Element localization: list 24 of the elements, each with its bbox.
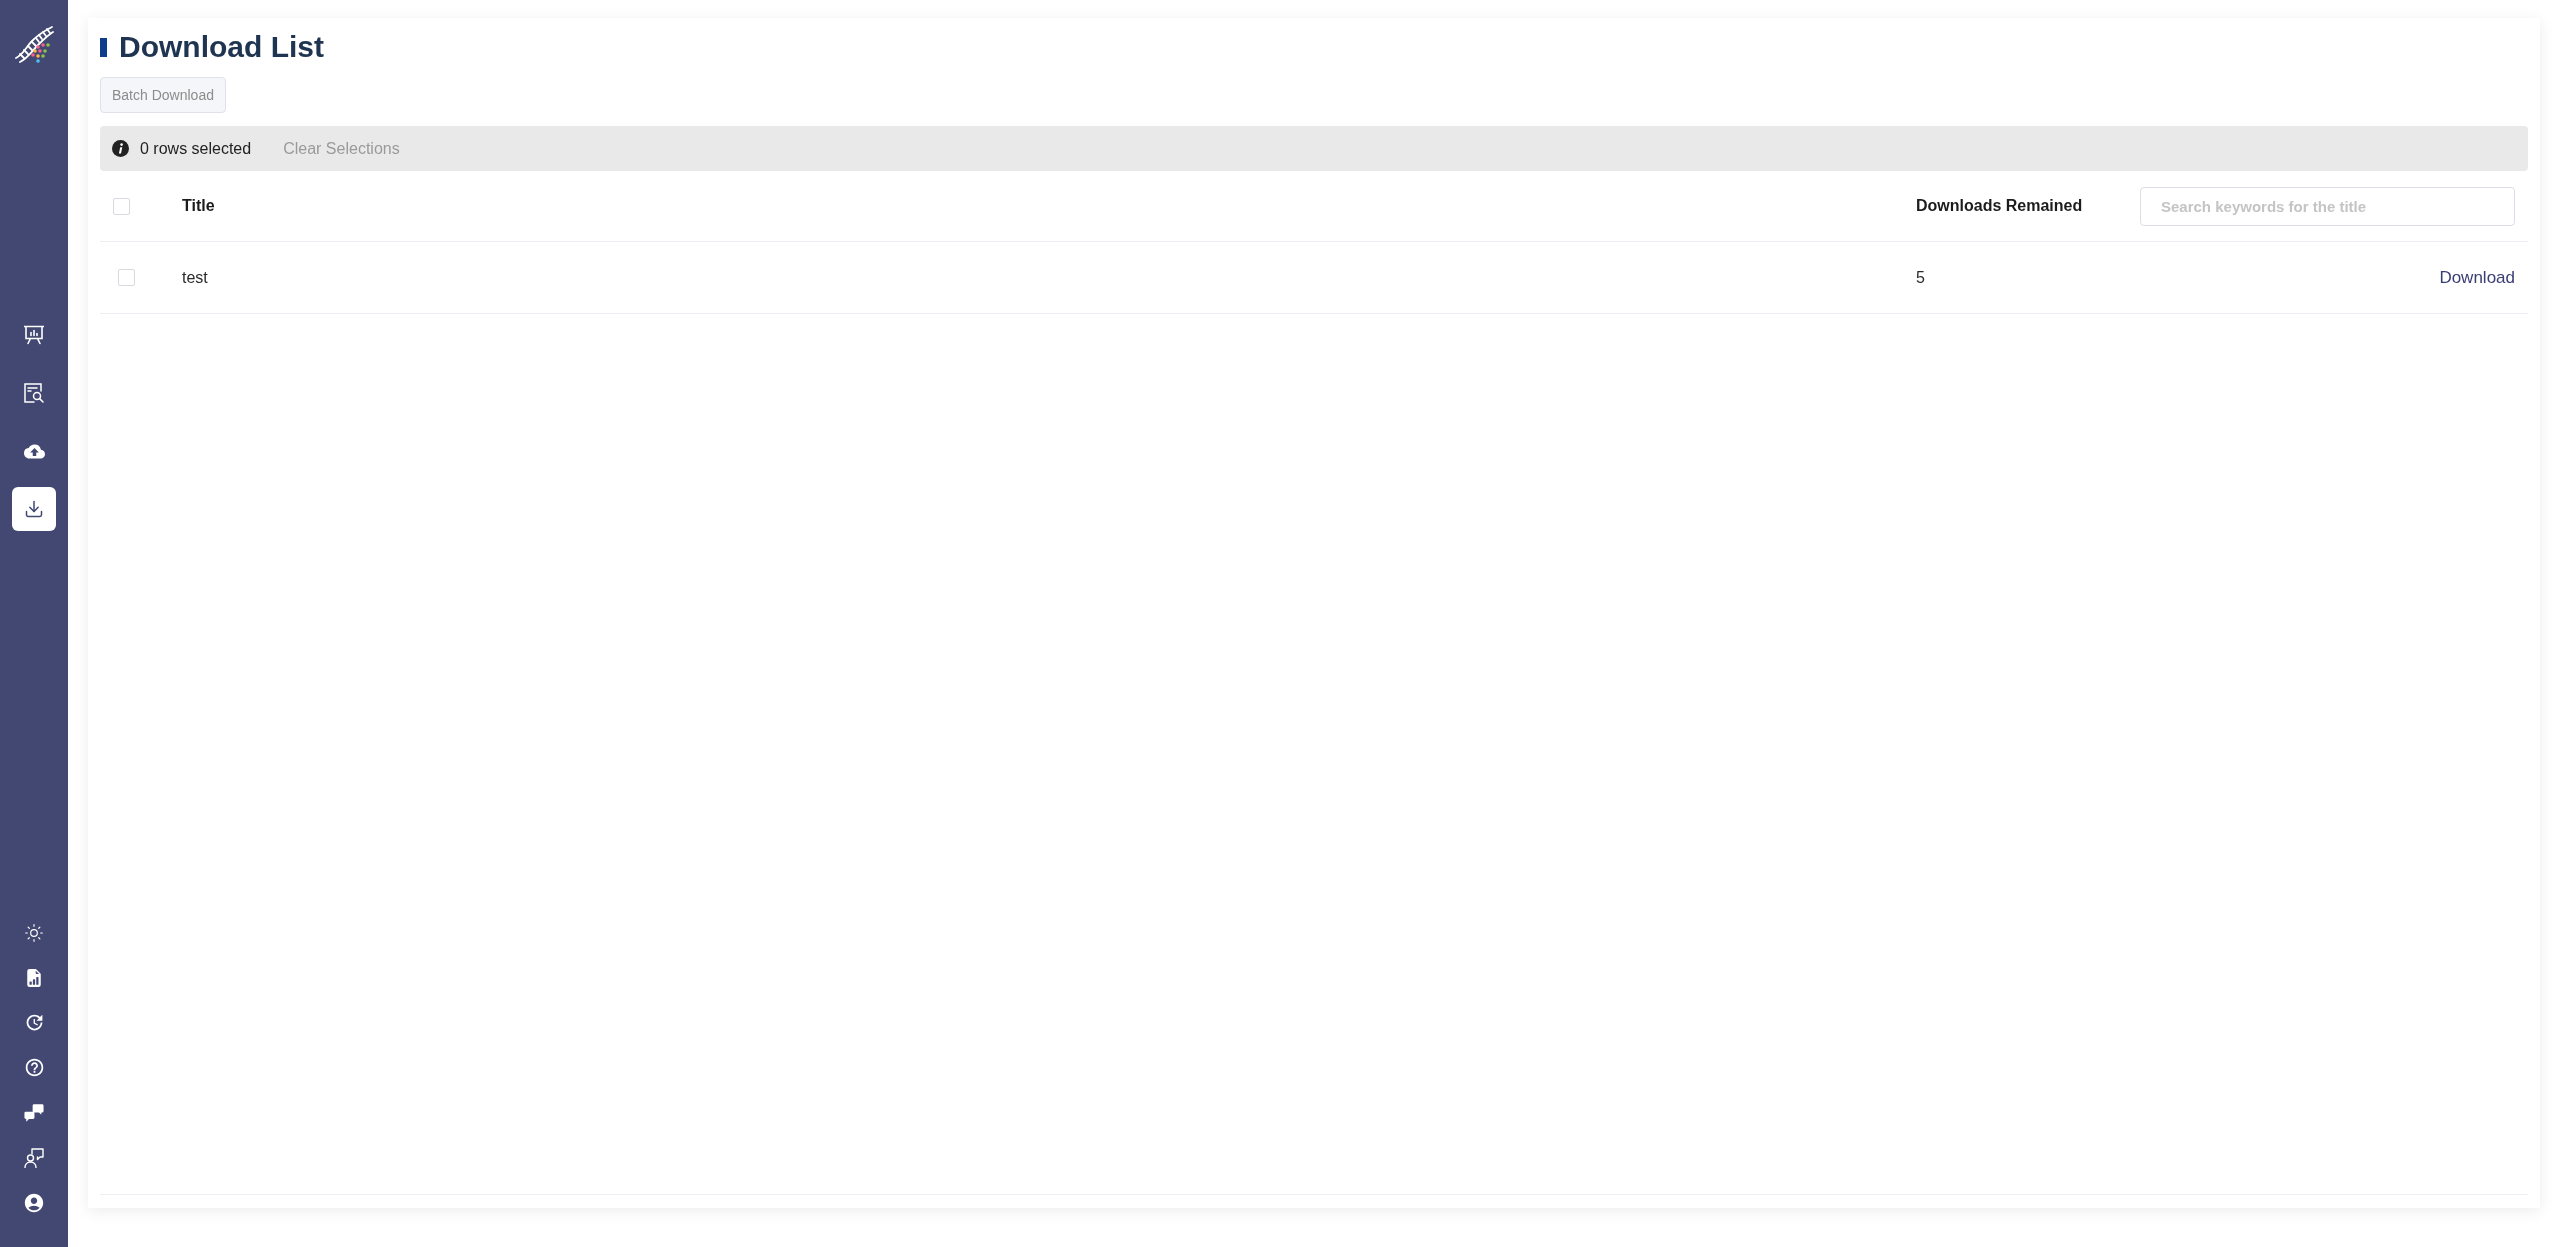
title-cell: test xyxy=(182,268,208,286)
row-checkbox[interactable] xyxy=(118,269,135,286)
select-all-checkbox[interactable] xyxy=(113,197,130,215)
sidebar-button[interactable] xyxy=(21,380,47,406)
account-icon xyxy=(23,1191,45,1214)
column-header: Title xyxy=(182,197,215,214)
chart-board-icon xyxy=(24,325,44,345)
download-link[interactable]: Download xyxy=(2439,267,2515,288)
info-icon xyxy=(112,140,129,157)
downloads-remained-cell: 5 xyxy=(1916,268,1925,286)
file-chart-icon xyxy=(25,968,43,987)
page-title: Download List xyxy=(119,29,324,65)
selection-count: 0 rows selected xyxy=(140,139,252,158)
search-field[interactable]: Search keywords for the title xyxy=(2140,186,2515,226)
title-accent-bar xyxy=(100,37,107,57)
dna-logo xyxy=(14,23,54,63)
column-header: Downloads Remained xyxy=(1916,197,2083,214)
chat-bubbles-icon xyxy=(24,1102,44,1123)
sun-icon xyxy=(24,922,44,943)
user-chat-icon xyxy=(24,1147,44,1168)
help-icon xyxy=(23,1057,45,1078)
sidebar-button[interactable] xyxy=(12,487,56,531)
download-icon xyxy=(24,499,44,519)
document-search-icon xyxy=(24,383,44,403)
